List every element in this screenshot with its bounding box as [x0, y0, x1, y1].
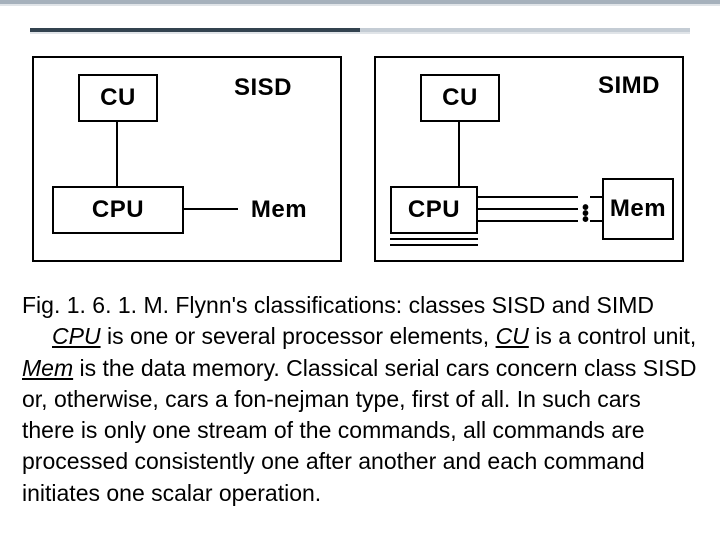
connector-line — [478, 196, 578, 198]
sisd-label: SISD — [234, 74, 292, 102]
caption-text: is a control — [529, 323, 647, 349]
decorative-line — [30, 32, 690, 34]
connector-line — [390, 238, 478, 240]
simd-panel: CU SIMD CPU Mem ••• — [374, 56, 684, 262]
mem-term: Mem — [22, 355, 73, 381]
cu-box: CU — [420, 74, 500, 122]
sisd-panel: CU SISD CPU Mem — [32, 56, 342, 262]
decorative-header — [0, 0, 720, 38]
connector-line — [390, 244, 478, 246]
cpu-box: CPU — [390, 186, 478, 234]
connector-line — [478, 220, 578, 222]
caption-text: is one or several processor elements, — [101, 323, 496, 349]
connector-line — [590, 196, 602, 198]
decorative-line — [0, 4, 720, 6]
connector-line — [184, 208, 238, 210]
mem-label: Mem — [236, 186, 322, 234]
diagram-area: CU SISD CPU Mem CU SIMD CPU Mem ••• — [26, 50, 694, 272]
figure-caption: Fig. 1. 6. 1. M. Flynn's classifications… — [22, 290, 698, 509]
caption-text: unit, — [653, 323, 696, 349]
cpu-term: CPU — [52, 323, 101, 349]
connector-line — [116, 122, 118, 186]
cpu-box: CPU — [52, 186, 184, 234]
caption-text: Fig. 1. 6. 1. M. Flynn's classifications… — [22, 292, 654, 318]
connector-line — [590, 220, 602, 222]
connector-line — [478, 208, 578, 210]
mem-box: Mem — [602, 178, 674, 240]
cu-box: CU — [78, 74, 158, 122]
ellipsis-icon: ••• — [582, 206, 589, 224]
caption-text: is the data memory. Classical serial car… — [22, 355, 696, 506]
cu-term: CU — [496, 323, 529, 349]
connector-line — [458, 122, 460, 186]
simd-label: SIMD — [598, 72, 660, 100]
